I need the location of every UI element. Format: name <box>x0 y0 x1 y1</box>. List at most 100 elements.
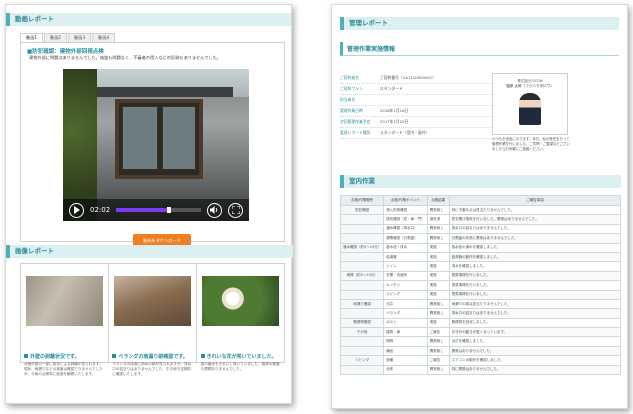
notice-text: 建物外部に問題はありませんでした。施錠も問題なく、不審者の侵入などの形跡もありま… <box>29 55 221 60</box>
staff-card: 株式会社COCOM 福原 太郎（フクハラタロウ） <box>492 73 568 135</box>
table-row: リビング 実施 簡易清掃を行いました。 <box>339 289 622 300</box>
area-cell <box>339 345 385 357</box>
photo-cell <box>21 264 109 362</box>
result-cell: 異常無し <box>426 336 450 347</box>
video-tabs: 動画1 動画2 動画3 動画4 <box>20 33 285 42</box>
video-progress-handle[interactable] <box>166 207 171 213</box>
photo-wall[interactable] <box>26 276 103 326</box>
point-cell: 換気確認（窓・扉・門） <box>383 214 428 225</box>
point-cell: 侵入形跡確認 <box>383 204 428 216</box>
info-value: スタンダード <box>380 86 403 91</box>
area-cell <box>339 364 385 376</box>
tab-video-2[interactable]: 動画2 <box>44 33 68 42</box>
note-cell: 郵便物を回収しました。 <box>448 317 622 329</box>
note-cell: 点灯を確認しました。 <box>448 336 622 347</box>
area-cell: 防犯確認 <box>339 204 385 216</box>
photo-caption-text: ベランダの床面に雨水の跡が見られますが、排水口の詰まりはありませんでした。引き続… <box>112 362 192 376</box>
result-cell: 実施 <box>426 261 450 272</box>
volume-button[interactable] <box>207 202 222 218</box>
point-cell: 給湯器 <box>383 251 428 263</box>
result-cell: 異常無し <box>426 298 450 310</box>
note-cell: エアコンの動作を確認しました。 <box>448 355 622 366</box>
play-icon <box>74 206 80 214</box>
note-cell: 排水口の詰まりはありませんでした。 <box>448 308 622 319</box>
result-cell: 異常無し <box>426 233 450 244</box>
staff-message: いつもお世話になります。本日、私が責任をもって管理作業を行いました。ご質問・ご要… <box>492 137 570 151</box>
point-cell: 設備 <box>383 355 428 366</box>
photo-cell <box>197 264 284 362</box>
photo-caption: 外壁の剥離状況です。 北側外壁の一部に経年による剥離が見られます。現状、雨漏りな… <box>20 353 108 377</box>
area-cell: その他 <box>339 327 385 338</box>
col-header: ご報告事項 <box>448 195 622 206</box>
note-cell: 流水を確認しました。 <box>448 261 622 272</box>
note-cell: 特に不審な点は見当たりませんでした。 <box>448 204 622 216</box>
result-cell: 異常無し <box>426 308 450 319</box>
table-row: 通水確認（排水口） 異常無し 排水口の詰まりはありませんでした。 <box>339 223 622 235</box>
photo-captions: 外壁の剥離状況です。 北側外壁の一部に経年による剥離が見られます。現状、雨漏りな… <box>20 353 285 377</box>
area-cell <box>339 280 385 291</box>
staff-name: 福原 太郎（フクハラタロウ） <box>506 84 554 88</box>
management-report-page: 管理レポート 管理作業実施情報 ご契約者名 ご契約番号（CA1120000001）… <box>331 4 628 409</box>
tab-video-1[interactable]: 動画1 <box>20 33 44 42</box>
point-cell: 通水確認（排水口） <box>383 223 428 235</box>
info-row: ご契約者名 ご契約番号（CA1120000001） <box>340 73 500 84</box>
result-cell: 換気済 <box>426 214 450 225</box>
tab-video-4[interactable]: 動画4 <box>92 33 116 42</box>
result-cell: 実施 <box>426 289 450 300</box>
table-row: 雨漏り確認 天井 異常無し 雨漏りの跡は見当たりませんでした。 <box>339 298 622 310</box>
tab-video-3[interactable]: 動画3 <box>68 33 92 42</box>
point-cell: 玄関・洗面所 <box>383 270 428 282</box>
info-label: 担当者名 <box>340 97 356 102</box>
note-cell: 簡易清掃を行いました。 <box>448 289 622 300</box>
info-row: 担当者名 <box>340 95 500 106</box>
photo-flowers[interactable] <box>202 276 279 326</box>
note-cell: 異常はありませんでした。 <box>448 345 622 357</box>
info-row: ご契約プラン スタンダード <box>340 84 500 95</box>
staff-company: 株式会社COCOM <box>517 79 543 83</box>
point-cell: 全体 <box>383 364 428 376</box>
video-report-page: 動画レポート 動画1 動画2 動画3 動画4 ■防犯確認：建物外部回視点検 建物… <box>5 4 293 404</box>
info-section-title: 管理作業実施情報 <box>340 42 619 56</box>
area-cell <box>339 251 385 263</box>
fullscreen-icon <box>231 206 240 214</box>
note-cell: 引き戸の動きが重くなっています。 <box>448 327 622 338</box>
note-cell: 特に問題はありませんでした。 <box>448 364 622 376</box>
point-cell: 各水栓・排水 <box>383 242 428 253</box>
col-header: 点検/作業箇所 <box>339 195 385 206</box>
table-row: トイレ 実施 流水を確認しました。 <box>339 261 622 272</box>
photo-caption-title: きれいな花が咲いていました。 <box>201 353 281 360</box>
table-row: 郵便物確認 ポスト 実施 郵便物を回収しました。 <box>339 317 622 329</box>
result-cell: 異常無し <box>426 204 450 216</box>
info-value: 2018年1月18日 <box>380 108 409 113</box>
photo-cell <box>109 264 197 362</box>
result-cell: 実施 <box>426 251 450 263</box>
video-tab-panel: ■防犯確認：建物外部回視点検 建物外部に問題はありませんでした。施錠も問題なく、… <box>20 42 285 247</box>
note-cell: 簡易清掃を行いました。 <box>448 280 622 291</box>
info-row: 管理作業日時 2018年1月18日 <box>340 106 500 117</box>
video-player[interactable]: 02:02 <box>63 69 249 221</box>
video-progress-bar[interactable] <box>116 207 201 213</box>
point-cell: トイレ <box>383 261 428 272</box>
table-header-row: 点検/作業箇所 点検/作業ポイント 点検結果 ご報告事項 <box>339 195 622 206</box>
result-cell: 異常無し <box>426 364 450 376</box>
photo-caption-title: 外壁の剥離状況です。 <box>24 353 104 360</box>
fullscreen-button[interactable] <box>228 202 243 218</box>
table-row: 漏電確認（分電盤） 異常無し 分電盤の状態に異常はありませんでした。 <box>339 233 622 244</box>
photo-caption: きれいな花が咲いていました。 庭の植木もきれいに咲いていました。雑草の繁殖も問題… <box>197 353 285 377</box>
area-cell <box>339 233 385 244</box>
note-cell: 雨漏りの跡は見当たりませんでした。 <box>448 298 622 310</box>
result-cell: 異常無し <box>426 223 450 235</box>
note-cell: 給湯器の動作を確認しました。 <box>448 251 622 263</box>
table-row: 全体 異常無し 特に問題はありませんでした。 <box>339 364 622 376</box>
table-row: 給湯器 実施 給湯器の動作を確認しました。 <box>339 251 622 263</box>
info-label: 管理作業日時 <box>340 108 363 113</box>
photo-balcony[interactable] <box>114 276 191 326</box>
play-button[interactable] <box>69 202 84 218</box>
result-cell: 実施 <box>426 317 450 329</box>
area-cell: 通水確認（約5〜10分） <box>339 242 385 253</box>
col-header: 点検結果 <box>426 195 450 206</box>
area-cell: 郵便物確認 <box>339 317 385 329</box>
info-label: 次回管理作業予定 <box>340 119 371 124</box>
area-cell: リビング <box>339 355 385 366</box>
work-section-title: 室内作業 <box>340 175 621 188</box>
